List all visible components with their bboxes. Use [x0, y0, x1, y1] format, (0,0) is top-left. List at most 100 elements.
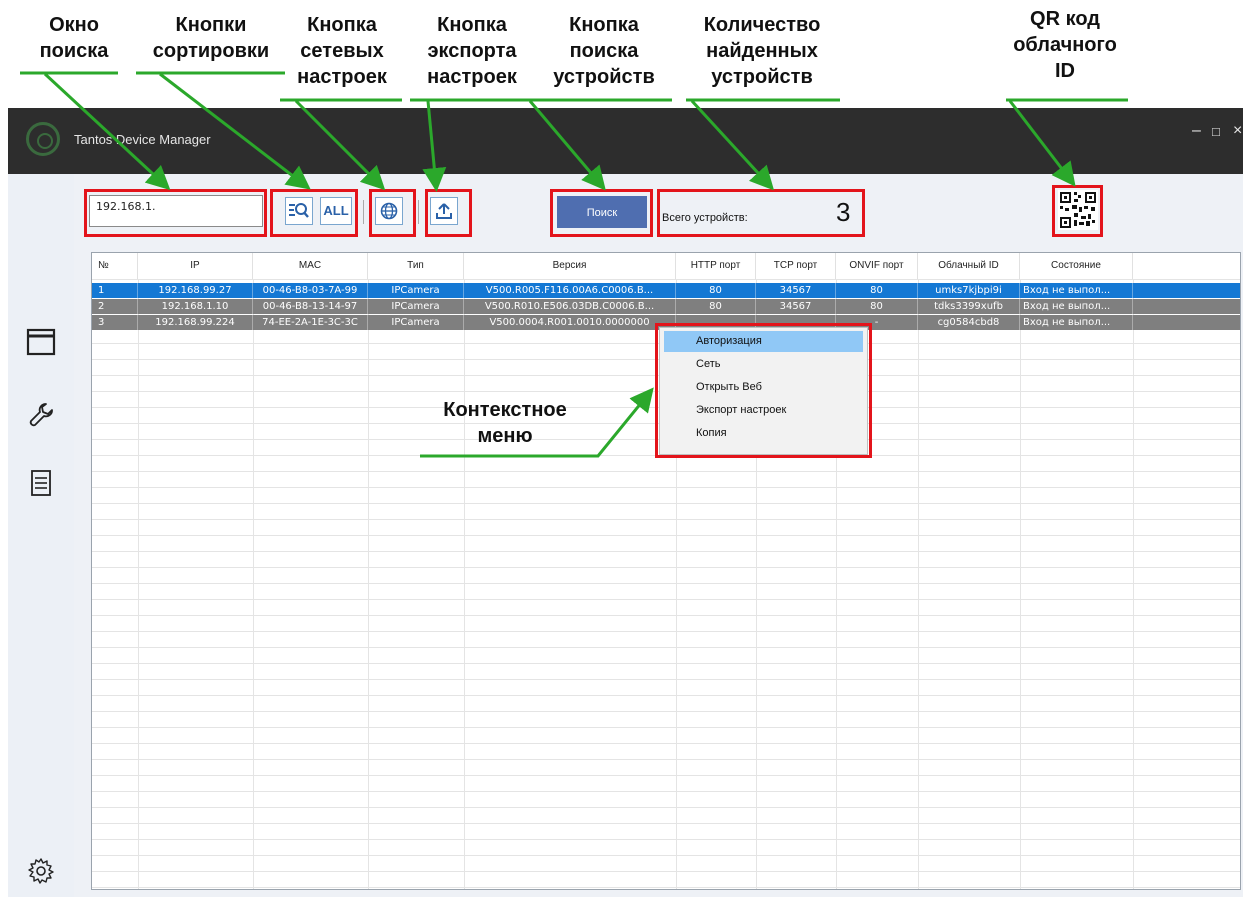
cell-status: Вход не выпол... — [1020, 315, 1133, 330]
column-header-cloud-id[interactable]: Облачный ID — [918, 253, 1020, 279]
table-gridline — [92, 727, 1240, 728]
gear-icon — [28, 858, 54, 884]
minimize-icon[interactable]: – — [1192, 122, 1201, 140]
cell-mac: 00-46-B8-03-7A-99 — [253, 283, 368, 298]
cell-cloud-id: umks7kjbpi9i — [918, 283, 1020, 298]
close-icon[interactable]: × — [1233, 122, 1242, 140]
table-gridline — [92, 279, 1240, 280]
cell-ip: 192.168.99.27 — [138, 283, 253, 298]
cell-cloud-id: cg0584cbd8 — [918, 315, 1020, 330]
toolbar-separator — [418, 200, 419, 224]
table-gridline — [92, 567, 1240, 568]
annotation-text: Количество найденных устройств — [703, 14, 821, 88]
table-gridline — [92, 871, 1240, 872]
table-gridline — [92, 711, 1240, 712]
table-column-line — [1020, 279, 1021, 889]
cell-version: V500.0004.R001.0010.0000000 — [464, 315, 676, 330]
maximize-icon[interactable]: □ — [1212, 124, 1220, 139]
table-gridline — [92, 583, 1240, 584]
table-header: № IP MAC Тип Версия HTTP порт TCP порт O… — [92, 253, 1240, 279]
cell-type: IPCamera — [368, 283, 464, 298]
cell-onvif-port: 80 — [836, 283, 918, 298]
table-gridline — [92, 759, 1240, 760]
cell-cloud-id: tdks3399xufb — [918, 299, 1020, 314]
annotation-text: Кнопка сетевых настроек — [297, 14, 387, 88]
cell-status: Вход не выпол... — [1020, 299, 1133, 314]
table-gridline — [92, 807, 1240, 808]
cell-number: 2 — [92, 299, 138, 314]
table-gridline — [92, 839, 1240, 840]
annotation-search-button: Кнопка поиска устройств — [534, 12, 674, 90]
table-gridline — [92, 791, 1240, 792]
table-gridline — [92, 503, 1240, 504]
sidebar-item-logs[interactable] — [23, 468, 59, 504]
column-header-status[interactable]: Состояние — [1020, 253, 1133, 279]
highlight-search-button — [550, 189, 653, 237]
column-header-version[interactable]: Версия — [464, 253, 676, 279]
table-gridline — [92, 855, 1240, 856]
table-gridline — [92, 535, 1240, 536]
table-gridline — [92, 823, 1240, 824]
column-header-tcp-port[interactable]: TCP порт — [756, 253, 836, 279]
annotation-text: Кнопки сортировки — [152, 14, 270, 62]
cell-number: 1 — [92, 283, 138, 298]
column-header-type[interactable]: Тип — [368, 253, 464, 279]
table-column-line — [918, 279, 919, 889]
annotation-search-window: Окно поиска — [24, 12, 124, 64]
column-header-onvif-port[interactable]: ONVIF порт — [836, 253, 918, 279]
column-header-http-port[interactable]: HTTP порт — [676, 253, 756, 279]
sidebar-item-devices[interactable] — [23, 328, 59, 362]
table-column-line — [1133, 279, 1134, 889]
table-gridline — [92, 551, 1240, 552]
column-header-mac[interactable]: MAC — [253, 253, 368, 279]
cell-number: 3 — [92, 315, 138, 330]
highlight-network-button — [369, 189, 416, 237]
highlight-context-menu — [655, 323, 872, 458]
cell-onvif-port: 80 — [836, 299, 918, 314]
annotation-context-menu: Контекстное меню — [425, 397, 585, 449]
annotation-text: Кнопка поиска устройств — [553, 14, 655, 88]
wrench-icon — [29, 403, 53, 427]
table-gridline — [92, 631, 1240, 632]
sidebar-item-settings[interactable] — [23, 856, 59, 892]
highlight-count — [657, 189, 865, 237]
annotation-text: Контекстное меню — [443, 399, 567, 447]
highlight-export-button — [425, 189, 472, 237]
app-title: Tantos Device Manager — [74, 132, 211, 147]
table-gridline — [92, 663, 1240, 664]
annotation-export-button: Кнопка экспорта настроек — [410, 12, 534, 90]
table-row[interactable]: 1 192.168.99.27 00-46-B8-03-7A-99 IPCame… — [92, 283, 1240, 298]
list-icon — [31, 470, 51, 496]
table-gridline — [92, 887, 1240, 888]
sidebar — [8, 174, 75, 897]
cell-type: IPCamera — [368, 299, 464, 314]
cell-tcp-port: 34567 — [756, 299, 836, 314]
app-logo-icon — [26, 122, 60, 156]
annotation-text: Кнопка экспорта настроек — [427, 14, 517, 88]
table-row[interactable]: 2 192.168.1.10 00-46-B8-13-14-97 IPCamer… — [92, 299, 1240, 314]
annotation-network-button: Кнопка сетевых настроек — [282, 12, 402, 90]
annotation-qr: QR код облачного ID — [1000, 6, 1130, 84]
highlight-sort-buttons — [270, 189, 358, 237]
table-gridline — [92, 487, 1240, 488]
cell-mac: 00-46-B8-13-14-97 — [253, 299, 368, 314]
sidebar-item-tools[interactable] — [23, 400, 59, 436]
cell-type: IPCamera — [368, 315, 464, 330]
window-icon — [26, 328, 56, 356]
column-header-number[interactable]: № — [92, 253, 138, 279]
cell-ip: 192.168.99.224 — [138, 315, 253, 330]
toolbar-separator — [363, 200, 364, 224]
cell-mac: 74-EE-2A-1E-3C-3C — [253, 315, 368, 330]
column-header-ip[interactable]: IP — [138, 253, 253, 279]
table-gridline — [92, 471, 1240, 472]
title-bar: Tantos Device Manager – □ × — [8, 108, 1243, 174]
table-gridline — [92, 647, 1240, 648]
table-gridline — [92, 775, 1240, 776]
cell-tcp-port: 34567 — [756, 283, 836, 298]
annotation-text: Окно поиска — [39, 14, 109, 62]
cell-status: Вход не выпол... — [1020, 283, 1133, 298]
table-gridline — [92, 519, 1240, 520]
cell-http-port: 80 — [676, 283, 756, 298]
highlight-search-window — [84, 189, 267, 237]
table-column-line — [253, 279, 254, 889]
